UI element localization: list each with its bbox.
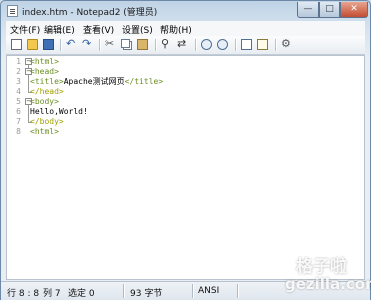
save-icon[interactable] xyxy=(43,39,54,50)
title-bar[interactable]: index.htm - Notepad2 (管理员) — □ ✕ xyxy=(1,1,370,21)
line-number: 5 xyxy=(16,97,21,106)
fold-guide xyxy=(28,75,29,93)
new-file-icon[interactable] xyxy=(11,39,22,50)
maximize-button[interactable]: □ xyxy=(319,2,340,18)
find-icon[interactable]: ⚲ xyxy=(161,37,169,51)
status-divider xyxy=(192,284,193,298)
code-line-7: </body> xyxy=(30,117,64,126)
line-number: 6 xyxy=(16,107,21,116)
line-number: 1 xyxy=(16,57,21,66)
status-selection: 选定 0 xyxy=(68,289,95,299)
line-number: 7 xyxy=(16,117,21,126)
toolbar-separator xyxy=(99,39,100,51)
paste-icon[interactable] xyxy=(137,39,148,50)
cut-icon[interactable]: ✂ xyxy=(105,37,114,51)
open-folder-icon[interactable] xyxy=(27,39,38,50)
code-editor[interactable]: 1 2 3 4 5 6 7 8 − − − <html> <head> <tit… xyxy=(6,55,365,280)
window-title: index.htm - Notepad2 (管理员) xyxy=(22,8,158,18)
menu-settings[interactable]: 设置(S) xyxy=(122,23,153,36)
zoom-in-icon[interactable] xyxy=(201,39,212,50)
toolbar-separator xyxy=(275,39,276,51)
menu-edit[interactable]: 编辑(E) xyxy=(44,23,75,36)
replace-icon[interactable]: ⇄ xyxy=(177,37,186,51)
code-line-2: <head> xyxy=(30,67,59,76)
word-wrap-icon[interactable] xyxy=(257,39,268,50)
notepad-app-icon[interactable] xyxy=(7,5,18,17)
status-divider xyxy=(123,284,124,298)
minimize-button[interactable]: — xyxy=(297,2,319,18)
undo-icon[interactable]: ↶ xyxy=(66,37,75,51)
view-icon[interactable] xyxy=(241,39,252,50)
line-number: 2 xyxy=(16,67,21,76)
toolbar-separator xyxy=(195,39,196,51)
menu-help[interactable]: 帮助(H) xyxy=(160,23,192,36)
code-line-4: </head> xyxy=(30,87,64,96)
line-number: 4 xyxy=(16,87,21,96)
redo-icon[interactable]: ↷ xyxy=(82,37,91,51)
code-line-1: <html> xyxy=(30,57,59,66)
status-position: 行 8 : 8 xyxy=(7,289,40,299)
status-encoding: ANSI xyxy=(198,286,220,296)
code-line-5: <body> xyxy=(30,97,59,106)
toolbar: ↶ ↷ ✂ ⚲ ⇄ ⚙ xyxy=(6,36,365,55)
watermark-site: gezilla.com xyxy=(285,275,371,293)
menu-view[interactable]: 查看(V) xyxy=(83,23,114,36)
status-column: 列 7 xyxy=(43,289,61,299)
fold-guide xyxy=(28,105,29,123)
watermark-brand: 格子啦 xyxy=(296,257,347,277)
close-button[interactable]: ✕ xyxy=(340,2,368,18)
settings-icon[interactable]: ⚙ xyxy=(281,37,291,51)
toolbar-separator xyxy=(155,39,156,51)
code-line-6: Hello,World! xyxy=(30,107,88,116)
menu-file[interactable]: 文件(F) xyxy=(10,23,40,36)
code-line-8: <html> xyxy=(30,127,59,136)
line-number-gutter: 1 2 3 4 5 6 7 8 xyxy=(7,56,23,279)
copy-icon[interactable] xyxy=(121,39,130,48)
toolbar-separator xyxy=(235,39,236,51)
status-size: 93 字节 xyxy=(130,289,163,299)
code-line-3: <title>Apache测试网页</title> xyxy=(30,77,164,86)
toolbar-separator xyxy=(60,39,61,51)
status-divider xyxy=(237,284,238,298)
menu-bar: 文件(F) 编辑(E) 查看(V) 设置(S) 帮助(H) xyxy=(6,21,365,37)
line-number: 8 xyxy=(16,127,21,136)
zoom-out-icon[interactable] xyxy=(217,39,228,50)
line-number: 3 xyxy=(16,77,21,86)
